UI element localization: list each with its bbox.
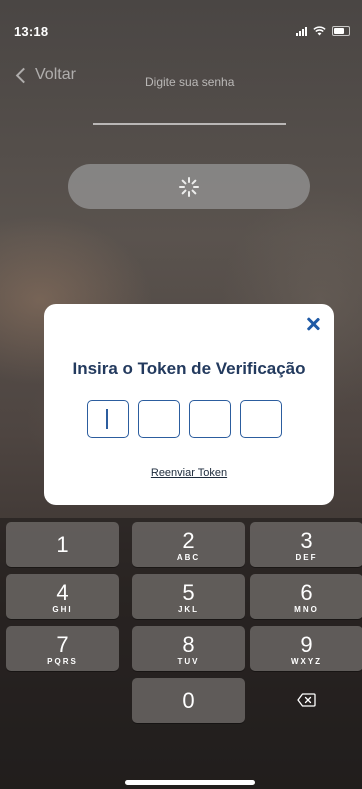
key-1[interactable]: 1	[6, 522, 119, 567]
key-8[interactable]: 8 TUV	[132, 626, 245, 671]
key-letters: PQRS	[47, 657, 78, 666]
key-letters: ABC	[176, 553, 201, 562]
key-letters: DEF	[295, 553, 318, 562]
key-number: 0	[182, 688, 195, 713]
key-letters: WXYZ	[290, 657, 323, 666]
close-icon[interactable]	[305, 316, 321, 332]
password-label: Digite sua senha	[145, 75, 235, 89]
password-input[interactable]	[93, 123, 286, 125]
status-bar: 13:18	[0, 0, 362, 44]
key-number: 4	[56, 580, 69, 605]
delete-key[interactable]	[250, 678, 362, 723]
battery-icon	[332, 26, 350, 36]
key-number: 9	[300, 632, 313, 657]
wifi-icon	[313, 26, 326, 36]
key-number: 6	[300, 580, 313, 605]
loading-spinner-icon	[179, 176, 199, 197]
cellular-signal-icon	[296, 27, 307, 36]
key-5[interactable]: 5 JKL	[132, 574, 245, 619]
token-digit-input[interactable]	[138, 400, 180, 438]
token-digit-input[interactable]	[87, 400, 129, 438]
key-number: 2	[182, 528, 195, 553]
key-letters: MNO	[294, 605, 319, 614]
key-2[interactable]: 2 ABC	[132, 522, 245, 567]
status-time: 13:18	[14, 24, 49, 39]
key-number: 7	[56, 632, 69, 657]
key-number: 3	[300, 528, 313, 553]
key-9[interactable]: 9 WXYZ	[250, 626, 362, 671]
token-digit-input[interactable]	[240, 400, 282, 438]
key-7[interactable]: 7 PQRS	[6, 626, 119, 671]
key-4[interactable]: 4 GHI	[6, 574, 119, 619]
token-digit-input[interactable]	[189, 400, 231, 438]
key-0[interactable]: 0	[132, 678, 245, 723]
resend-token-link[interactable]: Reenviar Token	[44, 467, 334, 479]
home-indicator	[125, 780, 255, 785]
submit-button[interactable]	[68, 164, 310, 209]
key-letters: GHI	[52, 605, 73, 614]
key-number: 5	[182, 580, 195, 605]
token-modal: Insira o Token de Verificação Reenviar T…	[44, 304, 334, 505]
key-3[interactable]: 3 DEF	[250, 522, 362, 567]
key-letters: TUV	[177, 657, 200, 666]
key-number: 8	[182, 632, 195, 657]
chevron-left-icon	[15, 67, 32, 83]
backspace-icon	[297, 693, 316, 707]
modal-title: Insira o Token de Verificação	[72, 359, 306, 378]
back-label: Voltar	[35, 66, 76, 83]
key-6[interactable]: 6 MNO	[250, 574, 362, 619]
status-icons	[296, 26, 350, 36]
token-input-group	[87, 400, 282, 438]
key-letters: JKL	[177, 605, 200, 614]
numeric-keypad: 1 2 ABC 3 DEF 4 GHI 5 JKL 6 MNO 7 PQRS 8…	[0, 518, 362, 789]
key-number: 1	[56, 532, 69, 557]
back-button[interactable]: Voltar	[14, 66, 76, 84]
